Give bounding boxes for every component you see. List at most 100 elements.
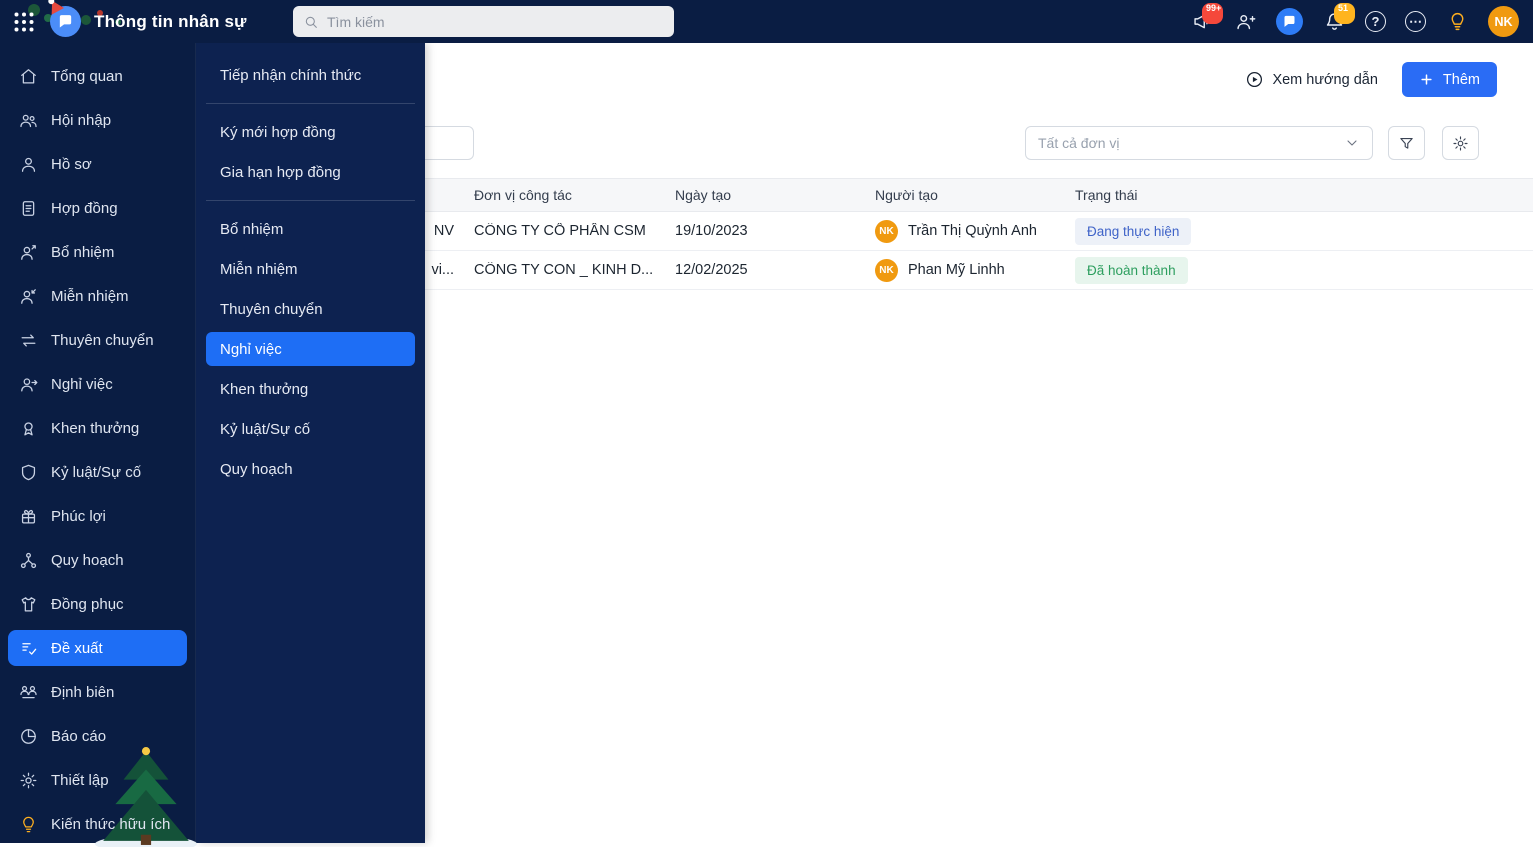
sidebar-item-icon — [19, 683, 38, 702]
sidebar-item-label: Kỷ luật/Sự cố — [51, 463, 142, 481]
sidebar-item[interactable]: Quy hoạch — [0, 538, 195, 582]
sidebar-item[interactable]: Kiến thức hữu ích — [0, 802, 195, 846]
sidebar-item[interactable]: Khen thưởng — [0, 406, 195, 450]
page-toolbar: Xem hướng dẫn Thêm — [1245, 62, 1497, 97]
sidebar-item-label: Định biên — [51, 683, 115, 701]
sidebar-item[interactable]: Báo cáo — [0, 714, 195, 758]
help-icon[interactable]: ? — [1365, 11, 1386, 32]
chat-bubble-icon — [1282, 14, 1297, 29]
row-unit: CÔNG TY CON _ KINH D... — [474, 262, 654, 278]
add-button[interactable]: Thêm — [1401, 62, 1497, 97]
sidebar-item-label: Miễn nhiệm — [51, 287, 129, 305]
sidebar-item-icon — [19, 463, 38, 482]
sidebar-item[interactable]: Định biên — [0, 670, 195, 714]
announcements-badge: 99+ — [1202, 2, 1223, 24]
submenu-item[interactable]: Nghỉ việc — [206, 332, 415, 366]
sidebar-item-icon — [19, 111, 38, 130]
submenu-item[interactable]: Gia hạn hợp đồng — [196, 152, 425, 192]
user-avatar[interactable]: NK — [1488, 6, 1519, 37]
global-search[interactable] — [293, 6, 674, 37]
sidebar-item-icon — [19, 155, 38, 174]
sidebar-item[interactable]: Đề xuất — [8, 630, 187, 666]
search-input[interactable] — [327, 13, 664, 30]
sidebar-item-label: Nghỉ việc — [51, 375, 113, 393]
sidebar-item-icon — [19, 595, 38, 614]
view-guide-label: Xem hướng dẫn — [1272, 71, 1378, 88]
app-logo[interactable] — [46, 0, 81, 37]
notifications-badge: 51 — [1334, 2, 1355, 24]
rewards-icon[interactable] — [1445, 10, 1469, 34]
submenu-item[interactable]: Tiếp nhận chính thức — [196, 55, 425, 95]
topbar-actions: 99+ 51 ? ⋯ NK — [1190, 0, 1519, 43]
sidebar-item[interactable]: Đồng phục — [0, 582, 195, 626]
view-guide-link[interactable]: Xem hướng dẫn — [1245, 70, 1378, 89]
person-add-icon — [1235, 11, 1256, 32]
add-button-label: Thêm — [1442, 71, 1480, 88]
search-icon — [303, 14, 319, 30]
creator-name: Phan Mỹ Linhh — [908, 262, 1005, 278]
submenu-item[interactable]: Quy hoạch — [196, 449, 425, 489]
sidebar-item[interactable]: Tổng quan — [0, 54, 195, 98]
table-header[interactable]: Trạng thái — [1075, 187, 1533, 203]
more-icon[interactable]: ⋯ — [1405, 11, 1426, 32]
chevron-down-icon — [1344, 135, 1360, 151]
sidebar-item-label: Báo cáo — [51, 727, 107, 745]
submenu-item-label: Ký mới hợp đồng — [220, 123, 336, 141]
sidebar-item[interactable]: Hồ sơ — [0, 142, 195, 186]
submenu-item-label: Thuyên chuyển — [220, 300, 323, 318]
sidebar-item-icon — [19, 419, 38, 438]
sidebar-item-icon — [19, 551, 38, 570]
submenu-item[interactable]: Bổ nhiệm — [196, 209, 425, 249]
submenu-item[interactable]: Ký mới hợp đồng — [196, 112, 425, 152]
submenu-item[interactable]: Miễn nhiệm — [196, 249, 425, 289]
table-header[interactable]: Ngày tạo — [675, 187, 875, 203]
submenu-item-label: Bổ nhiệm — [220, 220, 284, 238]
sidebar-item-label: Hợp đồng — [51, 199, 118, 217]
sidebar-item-icon — [19, 815, 38, 834]
add-user-icon[interactable] — [1233, 10, 1257, 34]
row-created-date: 19/10/2023 — [675, 223, 748, 239]
sidebar-item[interactable]: Thuyên chuyển — [0, 318, 195, 362]
sidebar-item-icon — [19, 243, 38, 262]
play-circle-icon — [1245, 70, 1264, 89]
filter-button[interactable] — [1388, 126, 1425, 160]
app-title: Thông tin nhân sự — [94, 11, 247, 31]
column-settings-button[interactable] — [1442, 126, 1479, 160]
sidebar-item-label: Hồ sơ — [51, 155, 92, 173]
sidebar: Tổng quan Hội nhập Hồ sơ Hợp đồng Bổ nhi… — [0, 43, 197, 847]
table-header[interactable]: Đơn vị công tác — [474, 187, 675, 203]
announcements-icon[interactable]: 99+ — [1190, 2, 1223, 34]
chat-icon[interactable] — [1276, 8, 1303, 35]
apps-grid-icon[interactable] — [12, 10, 36, 34]
sidebar-item[interactable]: Phúc lợi — [0, 494, 195, 538]
submenu-item[interactable]: Thuyên chuyển — [196, 289, 425, 329]
sidebar-item[interactable]: Miễn nhiệm — [0, 274, 195, 318]
sidebar-item[interactable]: Nghỉ việc — [0, 362, 195, 406]
row-name-fragment: vi... — [431, 262, 454, 278]
row-creator-cell: NK Phan Mỹ Linhh — [875, 258, 1075, 282]
sidebar-item-label: Bổ nhiệm — [51, 243, 115, 261]
sidebar-item[interactable]: Bổ nhiệm — [0, 230, 195, 274]
sidebar-item[interactable]: Hợp đồng — [0, 186, 195, 230]
sidebar-item-icon — [19, 771, 38, 790]
submenu-item[interactable]: Khen thưởng — [196, 369, 425, 409]
plus-icon — [1419, 72, 1434, 87]
lantern-icon — [1447, 11, 1468, 32]
submenu-item[interactable]: Kỷ luật/Sự cố — [196, 409, 425, 449]
unit-filter-select[interactable]: Tất cả đơn vị — [1025, 126, 1373, 160]
sidebar-item-label: Đề xuất — [51, 639, 103, 657]
sidebar-item[interactable]: Thiết lập — [0, 758, 195, 802]
unit-filter-value: Tất cả đơn vị — [1038, 135, 1120, 151]
sidebar-item[interactable]: Hội nhập — [0, 98, 195, 142]
sidebar-item-label: Quy hoạch — [51, 551, 124, 569]
sidebar-item-label: Hội nhập — [51, 111, 112, 129]
notifications-icon[interactable]: 51 — [1322, 2, 1355, 34]
table-header[interactable]: Người tạo — [875, 187, 1075, 203]
sidebar-item-label: Tổng quan — [51, 67, 123, 85]
creator-avatar: NK — [875, 219, 898, 243]
row-created-date: 12/02/2025 — [675, 262, 748, 278]
submenu-item-label: Quy hoạch — [220, 460, 293, 478]
sidebar-item[interactable]: Kỷ luật/Sự cố — [0, 450, 195, 494]
submenu-item-label: Kỷ luật/Sự cố — [220, 420, 311, 438]
sidebar-item-label: Kiến thức hữu ích — [51, 815, 171, 833]
